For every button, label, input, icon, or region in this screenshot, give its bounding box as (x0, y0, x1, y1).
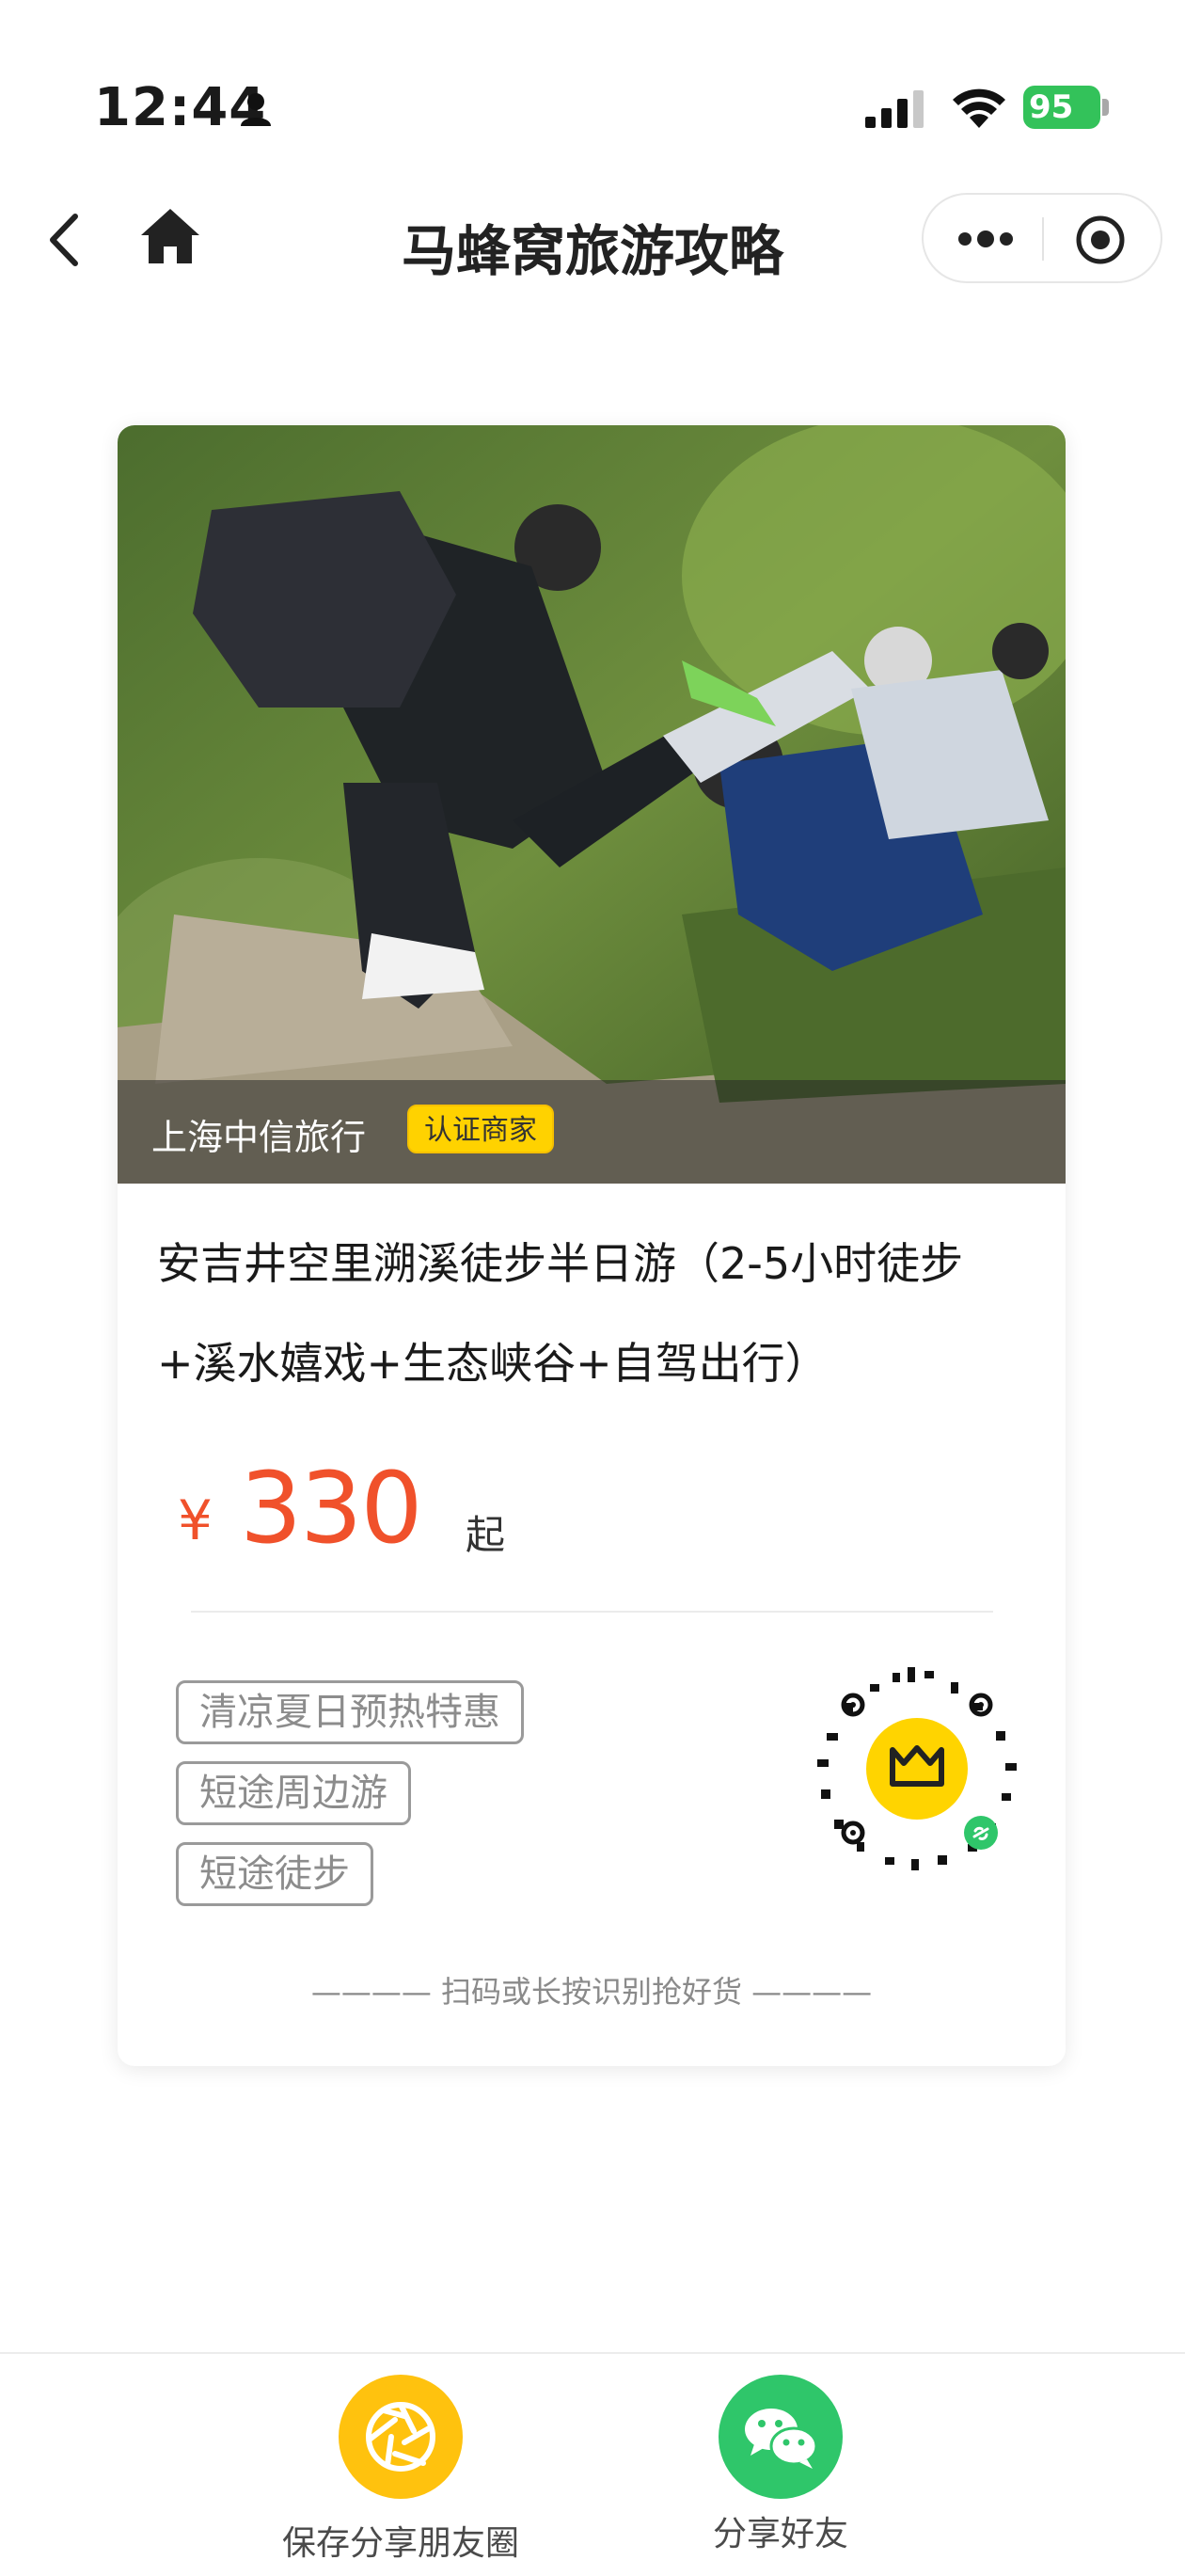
save-share-moments-label: 保存分享朋友圈 (281, 2524, 519, 2563)
share-friends-button[interactable]: 分享好友 (640, 2375, 922, 2563)
back-icon[interactable] (38, 207, 94, 273)
wifi-icon (953, 88, 1005, 128)
product-poster-card: 上海中信旅行 认证商家 安吉井空里溯溪徒步半日游（2-5小时徒步+溪水嬉戏+生态… (118, 425, 1066, 2066)
currency-symbol: ¥ (178, 1488, 213, 1552)
wechat-icon[interactable] (719, 2375, 843, 2499)
merchant-bar: 上海中信旅行 认证商家 (118, 1080, 1066, 1184)
product-photo: 上海中信旅行 认证商家 (118, 425, 1066, 1184)
miniprogram-capsule (922, 193, 1162, 283)
price-value: 330 (240, 1451, 423, 1566)
status-bar: 12:44 95 (0, 0, 1185, 179)
tag-item: 短途徒步 (176, 1842, 373, 1906)
tag-item: 清凉夏日预热特惠 (176, 1680, 524, 1744)
certified-merchant-badge: 认证商家 (407, 1105, 554, 1153)
save-share-moments-button[interactable]: 保存分享朋友圈 (260, 2375, 542, 2563)
close-miniprogram-icon[interactable] (1074, 214, 1127, 266)
product-title: 安吉井空里溯溪徒步半日游（2-5小时徒步+溪水嬉戏+生态峡谷+自驾出行） (157, 1238, 964, 1389)
moments-icon[interactable] (339, 2375, 463, 2499)
merchant-name: 上海中信旅行 (151, 1117, 367, 1158)
miniprogram-code-icon[interactable] (814, 1665, 1020, 1872)
scan-hint: ———— 扫码或长按识别抢好货 ———— (310, 1974, 873, 2010)
more-icon[interactable] (956, 223, 1016, 255)
person-icon (241, 93, 271, 126)
page-title: 马蜂窝旅游攻略 (401, 219, 783, 283)
bottom-action-bar: 保存分享朋友圈 分享好友 (0, 2352, 1185, 2576)
divider (191, 1611, 993, 1613)
price-suffix: 起 (466, 1512, 506, 1558)
battery-level: 95 (1023, 86, 1100, 129)
battery-icon: 95 (1023, 86, 1110, 129)
signal-icon (865, 90, 924, 128)
home-icon[interactable] (137, 203, 203, 269)
tag-item: 短途周边游 (176, 1761, 411, 1825)
nav-bar: 马蜂窝旅游攻略 (0, 179, 1185, 310)
share-friends-label: 分享好友 (712, 2515, 848, 2553)
